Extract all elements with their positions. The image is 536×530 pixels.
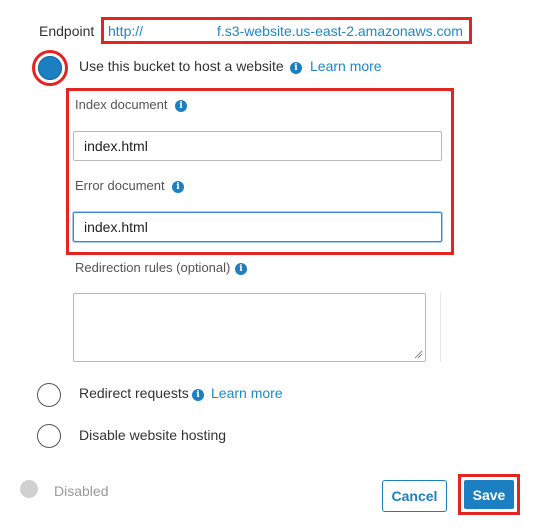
disable-radio[interactable] [37,424,61,448]
endpoint-link[interactable]: http:// f.s3-website.us-east-2.amazonaws.… [108,23,463,39]
index-document-label: Index document [75,97,168,112]
endpoint-url-suffix: f.s3-website.us-east-2.amazonaws.com [217,23,463,39]
error-info-icon[interactable]: i [172,177,184,195]
redirect-option-label: Redirect requests [79,385,189,401]
index-info-icon[interactable]: i [175,96,187,114]
endpoint-label: Endpoint [39,23,95,39]
resize-handle-icon[interactable] [414,350,423,359]
redirection-info-icon[interactable]: i [235,259,247,277]
redirect-radio[interactable] [37,383,61,407]
redirection-rules-label: Redirection rules (optional) [75,260,231,275]
endpoint-highlight: http:// f.s3-website.us-east-2.amazonaws.… [101,17,472,44]
cancel-button[interactable]: Cancel [382,480,447,512]
save-highlight: Save [458,474,520,515]
status-dot-icon [20,480,38,498]
redirect-info-icon[interactable]: i [192,385,204,403]
disable-option-label: Disable website hosting [79,427,227,443]
redirect-learn-more-link[interactable]: Learn more [211,385,283,401]
host-learn-more-link[interactable]: Learn more [310,58,382,74]
error-document-input[interactable]: index.html [73,212,442,242]
host-info-icon[interactable]: i [290,58,302,76]
textarea-scroll-edge [440,293,441,362]
status-label: Disabled [54,483,109,499]
host-radio[interactable] [38,56,62,80]
error-document-label: Error document [75,178,165,193]
index-document-input[interactable]: index.html [73,131,442,161]
save-button[interactable]: Save [464,480,514,509]
host-radio-highlight [32,50,68,86]
host-option-label: Use this bucket to host a website [79,58,284,74]
redirection-rules-textarea[interactable] [73,293,426,362]
endpoint-url-prefix: http:// [108,23,144,39]
